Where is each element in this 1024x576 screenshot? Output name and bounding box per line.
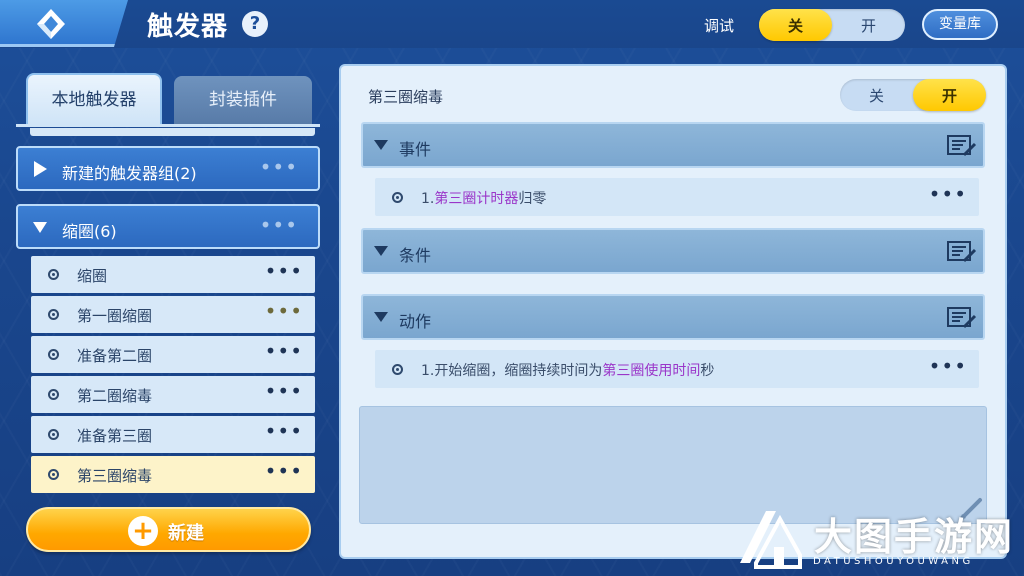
trigger-name: 第三圈缩毒: [368, 88, 444, 106]
list-scroll-edge: [30, 128, 315, 136]
enable-toggle-off[interactable]: 关: [840, 79, 913, 111]
more-icon[interactable]: •••: [265, 459, 303, 483]
more-icon[interactable]: •••: [265, 419, 303, 443]
list-item[interactable]: 准备第三圈 •••: [31, 416, 315, 453]
more-icon[interactable]: •••: [265, 379, 303, 403]
radio-dot-icon: [48, 389, 59, 400]
list-item[interactable]: 第一圈缩圈 •••: [31, 296, 315, 333]
trigger-group-new[interactable]: 新建的触发器组(2) •••: [16, 146, 320, 191]
expanded-triangle-icon: [374, 246, 388, 256]
edit-list-icon[interactable]: [947, 306, 977, 330]
plus-icon: +: [128, 516, 158, 546]
watermark-subtitle: DATUSHOUYOUWANG: [813, 556, 974, 567]
action-row[interactable]: 1.开始缩圈，缩圈持续时间为第三圈使用时间秒 •••: [375, 350, 979, 388]
expanded-triangle-icon: [374, 140, 388, 150]
debug-label: 调试: [704, 17, 735, 35]
list-item-selected[interactable]: 第三圈缩毒 •••: [31, 456, 315, 493]
item-label: 第一圈缩圈: [77, 307, 153, 325]
enable-toggle-on[interactable]: 开: [913, 79, 986, 111]
item-label: 准备第三圈: [77, 427, 153, 445]
watermark-house-logo: [740, 511, 802, 569]
variable-library-button[interactable]: 变量库: [922, 9, 998, 40]
radio-dot-icon: [392, 192, 403, 203]
top-bar: 触发器 ? 调试 关 开 变量库: [0, 0, 1024, 48]
more-icon[interactable]: •••: [260, 213, 298, 237]
section-action[interactable]: 动作: [361, 294, 985, 340]
tab-local-triggers[interactable]: 本地触发器: [26, 73, 162, 125]
debug-toggle-on[interactable]: 开: [832, 9, 905, 41]
item-label: 第二圈缩毒: [77, 387, 153, 405]
action-text: 1.开始缩圈，缩圈持续时间为第三圈使用时间秒: [421, 363, 715, 379]
radio-dot-icon: [48, 309, 59, 320]
section-label: 条件: [399, 246, 432, 265]
item-label: 准备第二圈: [77, 347, 153, 365]
page-title: 触发器: [147, 12, 229, 42]
radio-dot-icon: [392, 364, 403, 375]
debug-toggle-off[interactable]: 关: [759, 9, 832, 41]
back-button[interactable]: [0, 0, 128, 47]
section-label: 事件: [399, 140, 432, 159]
back-arrow-icon: [37, 9, 65, 39]
tab-divider: [16, 124, 320, 127]
watermark-title: 大图手游网: [814, 515, 1015, 559]
item-label: 第三圈缩毒: [77, 467, 153, 485]
edit-list-icon[interactable]: [947, 240, 977, 264]
new-trigger-button[interactable]: + 新建: [26, 507, 311, 552]
radio-dot-icon: [48, 429, 59, 440]
radio-dot-icon: [48, 349, 59, 360]
more-icon[interactable]: •••: [929, 182, 967, 206]
trigger-group-shrink[interactable]: 缩圈(6) •••: [16, 204, 320, 249]
event-text: 1.第三圈计时器归零: [421, 191, 547, 207]
group-label: 新建的触发器组(2): [62, 164, 197, 183]
more-icon[interactable]: •••: [929, 354, 967, 378]
event-row[interactable]: 1.第三圈计时器归零 •••: [375, 178, 979, 216]
help-icon[interactable]: ?: [242, 11, 268, 37]
radio-dot-icon: [48, 269, 59, 280]
group-label: 缩圈(6): [62, 222, 117, 241]
edit-list-icon[interactable]: [947, 134, 977, 158]
variable-link[interactable]: 第三圈计时器: [434, 191, 518, 207]
radio-dot-icon: [48, 469, 59, 480]
list-item[interactable]: 准备第二圈 •••: [31, 336, 315, 373]
variable-link[interactable]: 第三圈使用时间: [602, 363, 700, 379]
debug-toggle[interactable]: 关 开: [759, 9, 905, 41]
collapsed-triangle-icon: [34, 161, 47, 177]
more-icon[interactable]: •••: [260, 155, 298, 179]
list-item[interactable]: 缩圈 •••: [31, 256, 315, 293]
more-icon[interactable]: •••: [265, 339, 303, 363]
section-condition[interactable]: 条件: [361, 228, 985, 274]
list-item[interactable]: 第二圈缩毒 •••: [31, 376, 315, 413]
more-icon[interactable]: •••: [265, 299, 303, 323]
section-label: 动作: [399, 312, 432, 331]
tab-packaged-plugins[interactable]: 封装插件: [174, 76, 312, 124]
section-event[interactable]: 事件: [361, 122, 985, 168]
enable-toggle[interactable]: 关 开: [840, 79, 986, 111]
expanded-triangle-icon: [374, 312, 388, 322]
new-button-label: 新建: [168, 523, 204, 544]
more-icon[interactable]: •••: [265, 259, 303, 283]
item-label: 缩圈: [77, 267, 108, 285]
expanded-triangle-icon: [33, 222, 47, 233]
